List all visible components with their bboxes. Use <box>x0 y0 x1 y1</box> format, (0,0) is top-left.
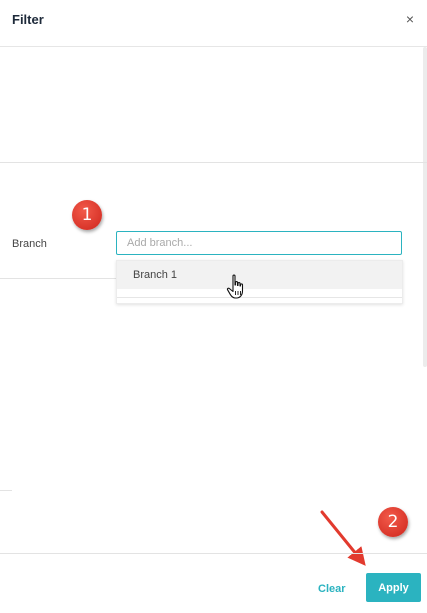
section-divider <box>0 162 427 163</box>
panel-title: Filter <box>12 12 44 27</box>
annotation-arrow-icon <box>320 510 366 566</box>
apply-button[interactable]: Apply <box>366 573 421 602</box>
section-divider <box>0 490 12 491</box>
clear-button[interactable]: Clear <box>312 578 352 600</box>
hand-cursor-icon <box>226 274 244 299</box>
filter-panel: Filter × Branch Branch 1 1 2 Clear Apply <box>0 0 427 613</box>
dropdown-option-branch-1[interactable]: Branch 1 <box>117 261 402 289</box>
section-divider <box>0 278 116 279</box>
branch-label: Branch <box>12 238 47 250</box>
panel-header: Filter × <box>0 0 427 47</box>
scrollbar[interactable] <box>423 47 427 367</box>
branch-dropdown: Branch 1 <box>116 260 403 304</box>
step-2-badge: 2 <box>378 507 408 537</box>
branch-input[interactable] <box>116 231 402 255</box>
footer-divider <box>0 553 427 554</box>
step-1-badge: 1 <box>72 200 102 230</box>
dropdown-divider <box>117 297 402 298</box>
close-icon[interactable]: × <box>402 11 418 27</box>
